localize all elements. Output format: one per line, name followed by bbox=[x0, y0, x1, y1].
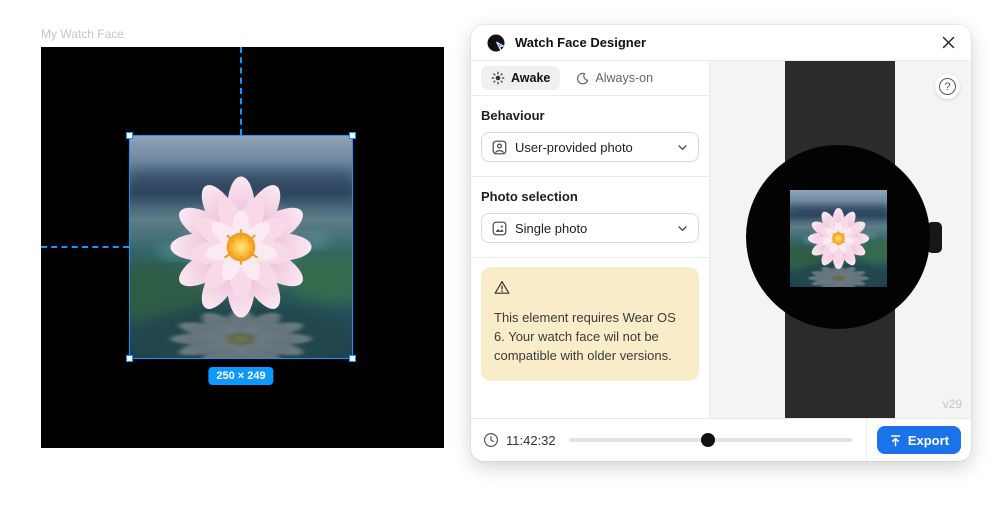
sun-icon bbox=[491, 71, 505, 85]
help-icon: ? bbox=[939, 78, 956, 95]
time-slider[interactable] bbox=[569, 433, 852, 447]
behaviour-value: User-provided photo bbox=[515, 140, 633, 155]
moon-icon bbox=[576, 72, 589, 85]
watch-face-designer-panel: Watch Face Designer bbox=[471, 25, 971, 461]
tab-awake-label: Awake bbox=[511, 71, 550, 85]
warning-text: This element requires Wear OS 6. Your wa… bbox=[494, 309, 686, 366]
preview-time: 11:42:32 bbox=[483, 432, 569, 448]
close-button[interactable] bbox=[935, 30, 961, 56]
portrait-photo-icon bbox=[492, 140, 507, 155]
panel-header: Watch Face Designer bbox=[471, 25, 971, 61]
photo-selection-value: Single photo bbox=[515, 221, 587, 236]
compatibility-warning: This element requires Wear OS 6. Your wa… bbox=[481, 267, 699, 381]
export-button-label: Export bbox=[908, 433, 949, 448]
close-icon bbox=[942, 36, 955, 49]
watch-face-photo bbox=[773, 190, 903, 293]
frame-title: My Watch Face bbox=[41, 27, 124, 41]
tab-always-on-label: Always-on bbox=[595, 71, 653, 85]
selection-outline bbox=[129, 135, 353, 359]
behaviour-select[interactable]: User-provided photo bbox=[481, 132, 699, 162]
photo-selection-label: Photo selection bbox=[481, 189, 699, 204]
warning-triangle-icon bbox=[494, 280, 510, 295]
photo-selection-section: Photo selection Single photo bbox=[471, 177, 709, 257]
chevron-down-icon bbox=[677, 223, 688, 234]
resize-handle-top-right[interactable] bbox=[349, 132, 356, 139]
mode-tabs: Awake Always-on bbox=[471, 61, 709, 96]
config-column: Awake Always-on Behaviour bbox=[471, 61, 710, 418]
selected-photo-layer[interactable] bbox=[129, 135, 353, 359]
watch-preview-area: ? v29 bbox=[710, 61, 971, 418]
panel-footer: 11:42:32 Export bbox=[471, 418, 971, 461]
design-canvas[interactable]: 250 × 249 bbox=[41, 47, 444, 448]
slider-thumb[interactable] bbox=[701, 433, 715, 447]
section-divider bbox=[471, 257, 709, 258]
help-button[interactable]: ? bbox=[935, 74, 960, 99]
tab-awake[interactable]: Awake bbox=[481, 66, 560, 90]
tab-always-on[interactable]: Always-on bbox=[566, 66, 663, 90]
version-label: v29 bbox=[943, 397, 962, 411]
vertical-guide-line bbox=[240, 47, 242, 135]
photo-selection-select[interactable]: Single photo bbox=[481, 213, 699, 243]
logo-icon bbox=[487, 34, 505, 52]
panel-title: Watch Face Designer bbox=[515, 35, 646, 50]
horizontal-guide-line bbox=[41, 246, 129, 248]
behaviour-section: Behaviour User-provided photo bbox=[471, 96, 709, 176]
single-photo-icon bbox=[492, 221, 507, 236]
resize-handle-bottom-left[interactable] bbox=[126, 355, 133, 362]
preview-time-value: 11:42:32 bbox=[506, 433, 556, 448]
behaviour-label: Behaviour bbox=[481, 108, 699, 123]
screen: My Watch Face 250 × 249 Watch Face Desig… bbox=[0, 0, 1007, 507]
resize-handle-bottom-right[interactable] bbox=[349, 355, 356, 362]
clock-icon bbox=[483, 432, 499, 448]
watch-mockup bbox=[710, 61, 970, 418]
resize-handle-top-left[interactable] bbox=[126, 132, 133, 139]
chevron-down-icon bbox=[677, 142, 688, 153]
export-arrow-icon bbox=[889, 434, 902, 447]
export-button[interactable]: Export bbox=[877, 426, 961, 454]
selection-size-badge: 250 × 249 bbox=[208, 367, 273, 385]
panel-body: Awake Always-on Behaviour bbox=[471, 61, 971, 418]
